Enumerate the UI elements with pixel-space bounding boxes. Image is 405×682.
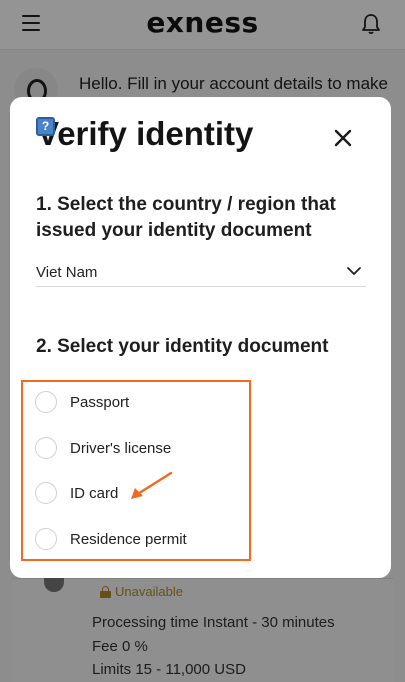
radio-drivers-license[interactable] [35, 437, 57, 459]
option-label: Driver's license [70, 439, 172, 457]
country-value: Viet Nam [36, 264, 98, 281]
verify-identity-modal: Verify identity ? 1. Select the country … [10, 97, 391, 578]
question-badge-icon: ? [36, 117, 55, 136]
option-label: Residence permit [70, 530, 187, 548]
radio-residence-permit[interactable] [35, 528, 57, 550]
option-residence-permit[interactable]: Residence permit [35, 524, 245, 554]
option-drivers-license[interactable]: Driver's license [35, 433, 245, 463]
option-passport[interactable]: Passport [35, 387, 245, 417]
radio-passport[interactable] [35, 391, 57, 413]
option-label: ID card [70, 484, 119, 502]
step2-title: 2. Select your identity document [36, 336, 329, 357]
step1-title: 1. Select the country / region that issu… [36, 194, 336, 241]
radio-id-card[interactable] [35, 482, 57, 504]
option-label: Passport [70, 393, 130, 411]
chevron-down-icon [347, 267, 361, 275]
close-icon[interactable] [332, 127, 354, 149]
arrow-annotation-icon [131, 471, 173, 499]
country-select[interactable]: Viet Nam [36, 259, 366, 287]
modal-title: Verify identity [37, 115, 254, 152]
